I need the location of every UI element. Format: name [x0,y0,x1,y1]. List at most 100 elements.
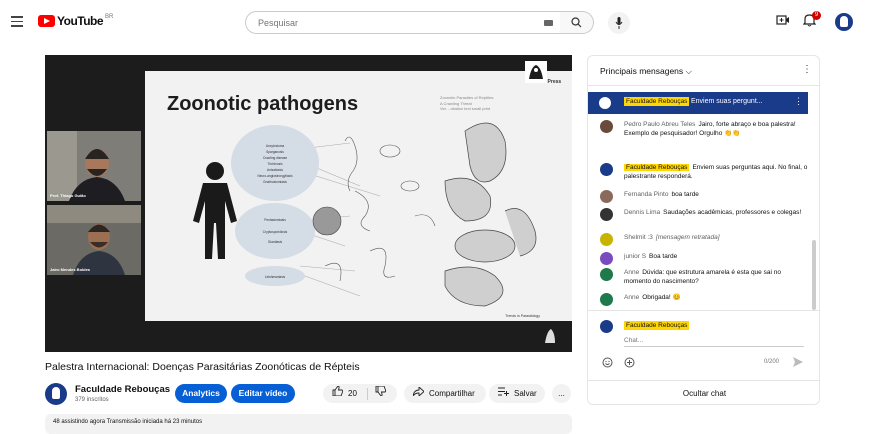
chat-input-area: Faculdade Rebouças 0/200 [588,310,819,380]
search-box [245,11,585,34]
menu-icon[interactable] [11,16,23,27]
message-author[interactable]: Pedro Paulo Abreu Teles [624,121,695,128]
disease-label: Pentastomiasis [264,218,286,222]
chat-mode-dropdown[interactable]: Principais mensagens ⌵ [600,66,692,77]
message-author[interactable]: Fernanda Pinto [624,191,668,198]
chat-message: Anne Dúvida: que estrutura amarela é esta… [600,268,808,286]
camera-feed-2: Jairo Mendes Boldes [47,205,141,275]
thumbs-down-icon[interactable] [375,384,387,403]
disease-label: Cryptosporidiosis [263,230,288,234]
description-text: 48 assistindo agora Transmissão iniciada… [53,419,203,425]
speaker-video [47,131,141,201]
user-avatar [600,190,613,203]
message-text: Dúvida: que estrutura amarela é esta que… [624,269,781,285]
chat-message: Pedro Paulo Abreu Teles Jairo, forte abra… [600,120,808,138]
like-dislike-group: 20 [323,384,397,403]
search-input[interactable] [258,16,528,30]
chat-scrollbar[interactable] [812,240,816,310]
video-player[interactable]: Prof. Thiago Guião Jairo Mendes Boldes Z… [45,55,572,352]
channel-avatar[interactable] [45,383,67,405]
share-button[interactable]: Compartilhar [404,384,486,403]
user-avatar [600,268,613,281]
disease-label: Ancylostoma [266,144,284,148]
input-author-name: Faculdade Rebouças [624,321,690,330]
pinned-message[interactable]: Faculdade Rebouças Enviem suas pergunt..… [588,92,808,114]
hide-chat-button[interactable]: Ocultar chat [588,380,819,404]
message-author[interactable]: Shelmit :3 [624,234,653,241]
subscriber-count: 379 inscritos [75,397,109,403]
message-text: Saudações acadêmicas, professores e cole… [663,209,802,216]
chat-message: Faculdade Rebouças Enviem suas perguntas … [600,163,808,181]
create-video-icon[interactable] [776,14,790,26]
user-avatar [600,233,613,246]
user-avatar [600,252,613,265]
char-counter: 0/200 [764,359,780,365]
keyboard-icon[interactable] [544,20,553,26]
account-avatar[interactable] [835,13,853,31]
notification-badge: 9 [812,11,821,20]
message-author[interactable]: Faculdade Rebouças [624,164,690,171]
top-bar: YouTube BR 9 [0,0,871,46]
user-avatar [600,293,613,306]
chat-mode-label: Principais mensagens [600,66,684,76]
message-text: Obrigada! [642,294,671,301]
channel-name[interactable]: Faculdade Rebouças [75,384,170,395]
message-text: Boa tarde [649,253,678,260]
microphone-icon [615,17,623,29]
youtube-logo[interactable]: YouTube BR [38,14,113,28]
camera-label-2: Jairo Mendes Boldes [50,267,91,272]
message-author[interactable]: Dennis Lima [624,209,660,216]
emoji-picker-icon[interactable] [602,357,613,368]
message-author[interactable]: junior S [624,253,646,260]
like-count[interactable]: 20 [348,384,357,403]
thumbs-up-icon[interactable] [332,384,344,403]
save-label: Salvar [514,389,537,398]
camera-feed-1: Prof. Thiago Guião [47,131,141,201]
more-actions-button[interactable]: ... [552,384,571,403]
send-icon[interactable] [793,357,803,367]
add-icon[interactable] [624,357,635,368]
input-author-avatar [600,320,613,333]
disease-label: Leishmaniasis [265,275,286,279]
video-title: Palestra Internacional: Doenças Parasitá… [45,361,360,373]
youtube-play-icon [38,15,55,27]
pinned-menu-icon[interactable]: ⋮ [794,96,803,107]
chat-message: Anne Obrigada! 😊 [600,293,808,306]
user-avatar [600,208,613,221]
slide-footer: Trends in Parasitology [505,314,540,318]
disease-label: Trichinosis [267,162,283,166]
channel-watermark-icon [525,61,547,83]
share-label: Compartilhar [429,389,475,398]
chat-input[interactable] [624,335,804,347]
smile-emoji-icon: 😊 [672,294,681,301]
human-silhouette [193,162,237,259]
message-text: boa tarde [671,191,699,198]
chat-message: Shelmit :3 [mensagem retratada] [600,233,808,246]
disease-label: Giardiasis [268,240,283,244]
search-icon [571,17,582,28]
search-button[interactable] [560,11,594,34]
pinned-author: Faculdade Rebouças [624,97,690,106]
disease-label: Neuro-angiostrongyliasis [257,174,292,178]
speaker-logo-icon [545,329,555,343]
edit-video-button[interactable]: Editar vídeo [231,384,295,403]
pinned-author-avatar [599,97,611,109]
save-playlist-icon [498,384,509,403]
more-vert-icon[interactable]: ⋮ [802,64,812,75]
clap-emoji-icon: 👏👏 [724,130,741,137]
message-author[interactable]: Anne [624,294,639,301]
zoonosis-diagram: Ancylostoma Sparganosis Crawling disease… [193,122,540,318]
user-avatar [600,120,613,133]
logo-wordmark: YouTube [57,14,104,28]
share-icon [412,384,425,403]
save-button[interactable]: Salvar [489,384,545,403]
message-text: [mensagem retratada] [655,234,720,241]
message-author[interactable]: Anne [624,269,639,276]
chat-message: junior S Boa tarde [600,252,808,265]
chat-header: Principais mensagens ⌵ ⋮ [588,56,819,86]
user-avatar [600,163,613,176]
analytics-button[interactable]: Analytics [175,384,227,403]
voice-search-button[interactable] [608,12,630,34]
camera-label-1: Prof. Thiago Guião [50,193,86,198]
description-box[interactable]: 48 assistindo agora Transmissão iniciada… [45,414,572,434]
